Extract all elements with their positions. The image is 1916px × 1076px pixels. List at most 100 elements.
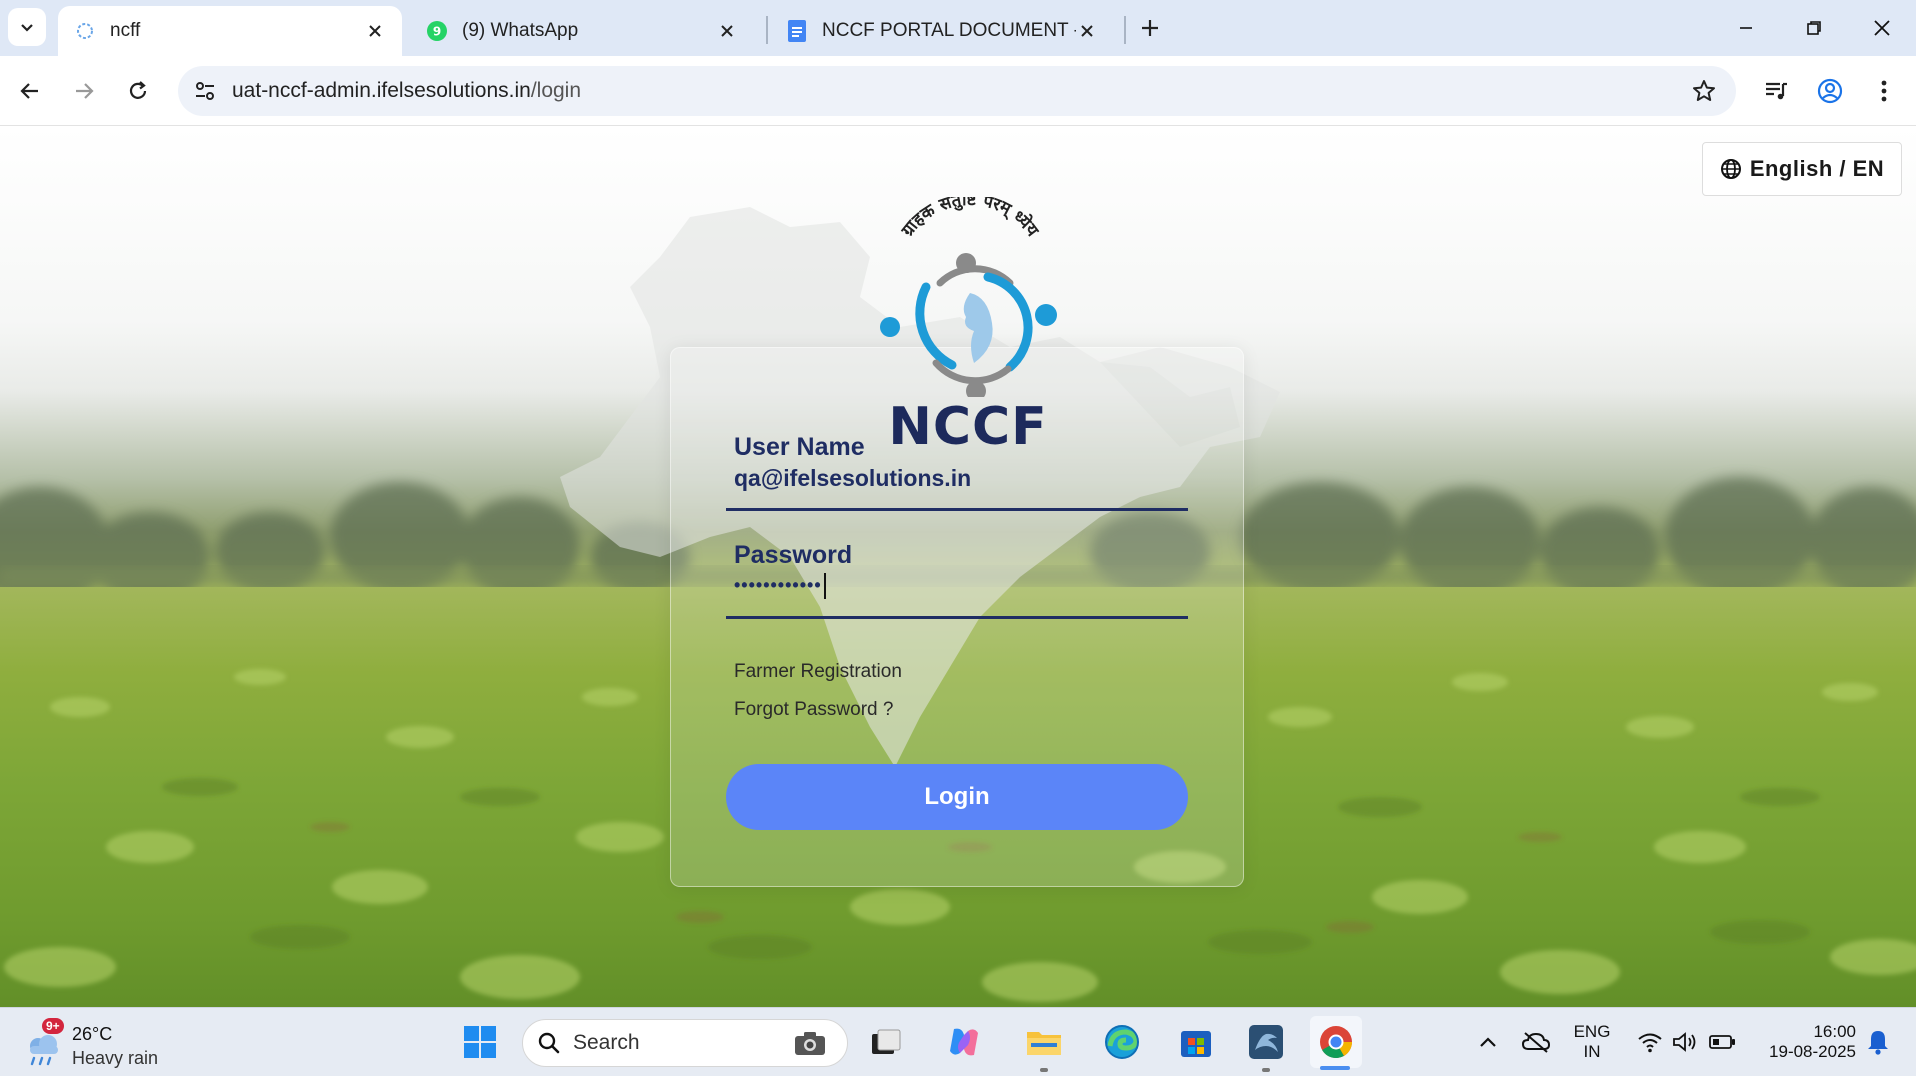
arrow-right-icon xyxy=(76,83,94,99)
svg-text:9: 9 xyxy=(433,25,441,39)
password-value: •••••••••••• xyxy=(734,574,822,595)
close-tab-icon[interactable] xyxy=(1076,20,1098,42)
tab-title: NCCF PORTAL DOCUMENT - Go xyxy=(822,20,1076,41)
password-label: Password xyxy=(734,541,853,569)
start-button[interactable] xyxy=(460,1022,500,1062)
reload-button[interactable] xyxy=(120,73,156,109)
wifi-icon xyxy=(1638,1033,1662,1053)
active-app-indicator xyxy=(1320,1066,1350,1070)
browser-menu-button[interactable] xyxy=(1866,73,1902,109)
show-hidden-icons-button[interactable] xyxy=(1468,1022,1508,1062)
weather-temperature: 26°C xyxy=(72,1024,113,1044)
playlist-music-icon xyxy=(1766,82,1787,100)
tab-separator xyxy=(1124,16,1126,44)
username-underline xyxy=(726,508,1188,511)
farmer-registration-link[interactable]: Farmer Registration xyxy=(734,661,902,683)
url-path: /login xyxy=(530,79,582,102)
restore-button[interactable] xyxy=(1792,8,1836,48)
camera-icon xyxy=(795,1032,825,1055)
forgot-password-link[interactable]: Forgot Password ? xyxy=(734,699,893,721)
tab-google-docs[interactable]: NCCF PORTAL DOCUMENT - Go xyxy=(770,6,1114,56)
browser-toolbar: uat-nccf-admin.ifelsesolutions.in/login xyxy=(0,56,1916,126)
running-indicator xyxy=(1262,1068,1270,1072)
language-selector[interactable]: English / EN xyxy=(1702,142,1902,196)
mysql-workbench-icon xyxy=(1249,1025,1283,1059)
copilot-button[interactable] xyxy=(944,1022,984,1062)
password-input[interactable]: •••••••••••• xyxy=(734,573,826,599)
login-button[interactable]: Login xyxy=(726,764,1188,830)
wifi-button[interactable] xyxy=(1630,1022,1670,1062)
tab-ncff[interactable]: ncff xyxy=(58,6,402,56)
file-explorer-button[interactable] xyxy=(1024,1022,1064,1062)
tab-title: ncff xyxy=(110,20,141,41)
profile-button[interactable] xyxy=(1812,73,1848,109)
weather-widget[interactable]: 9+ 26°C Heavy rain xyxy=(24,1018,174,1068)
folder-icon xyxy=(1027,1032,1061,1055)
clock[interactable]: 16:00 19-08-2025 xyxy=(1752,1022,1856,1062)
arrow-left-icon xyxy=(20,83,38,99)
mysql-workbench-button[interactable] xyxy=(1246,1022,1286,1062)
search-icon xyxy=(538,1032,560,1054)
address-bar[interactable]: uat-nccf-admin.ifelsesolutions.in/login xyxy=(178,66,1736,116)
close-tab-icon[interactable] xyxy=(716,20,738,42)
whatsapp-icon: 9 xyxy=(426,20,448,42)
battery-icon xyxy=(1709,1035,1735,1049)
tab-whatsapp[interactable]: 9 (9) WhatsApp xyxy=(410,6,754,56)
media-controls-button[interactable] xyxy=(1758,73,1794,109)
notifications-button[interactable] xyxy=(1858,1022,1898,1062)
bell-icon xyxy=(1868,1031,1888,1055)
clock-time: 16:00 xyxy=(1813,1022,1856,1041)
forward-button[interactable] xyxy=(66,73,102,109)
minimize-button[interactable] xyxy=(1724,8,1768,48)
browser-tab-bar: ncff 9 (9) WhatsApp NCCF PORTAL DOCUMENT… xyxy=(0,0,1916,56)
task-view-button[interactable] xyxy=(866,1022,906,1062)
new-tab-button[interactable] xyxy=(1134,12,1166,44)
chrome-icon xyxy=(1320,1026,1352,1059)
minimize-icon xyxy=(1740,27,1752,29)
bookmark-star-icon[interactable] xyxy=(1686,78,1722,104)
taskbar-search[interactable]: Search xyxy=(522,1019,848,1067)
login-page: English / EN ग्राहक संतुष्टि परम् ध्येय … xyxy=(0,127,1916,1007)
chevron-up-icon xyxy=(1480,1037,1496,1047)
username-input[interactable]: qa@ifelsesolutions.in xyxy=(734,465,971,492)
region-code: IN xyxy=(1583,1042,1601,1061)
logo-tagline: ग्राहक संतुष्टि परम् ध्येय xyxy=(897,197,1043,241)
search-label: Search xyxy=(573,1031,640,1054)
nccf-logo: ग्राहक संतुष्टि परम् ध्येय xyxy=(880,197,1057,397)
plus-icon xyxy=(1142,20,1158,36)
username-label: User Name xyxy=(734,433,865,461)
tab-title: (9) WhatsApp xyxy=(462,20,579,41)
store-icon xyxy=(1181,1031,1211,1057)
running-indicator xyxy=(1040,1068,1048,1072)
restore-icon xyxy=(1807,21,1821,35)
microsoft-store-button[interactable] xyxy=(1176,1022,1216,1062)
close-tab-icon[interactable] xyxy=(364,20,386,42)
battery-button[interactable] xyxy=(1702,1022,1742,1062)
site-settings-icon[interactable] xyxy=(190,79,220,103)
tab-search-button[interactable] xyxy=(8,8,46,46)
windows-logo-icon xyxy=(464,1026,496,1058)
volume-button[interactable] xyxy=(1666,1022,1706,1062)
cloud-offline-icon xyxy=(1521,1032,1551,1053)
language-label: English / EN xyxy=(1749,156,1885,181)
windows-taskbar: 9+ 26°C Heavy rain Search ENG IN 16:00 1… xyxy=(0,1007,1916,1076)
close-icon xyxy=(1874,20,1890,36)
logo-text: NCCF xyxy=(888,397,1048,457)
input-language-indicator[interactable]: ENG IN xyxy=(1570,1022,1614,1062)
edge-icon xyxy=(1105,1025,1139,1059)
globe-icon xyxy=(1720,158,1742,180)
google-docs-icon xyxy=(786,20,808,42)
task-view-icon xyxy=(872,1029,901,1054)
weather-description: Heavy rain xyxy=(72,1048,159,1068)
edge-button[interactable] xyxy=(1102,1022,1142,1062)
account-icon xyxy=(1817,78,1843,104)
password-underline xyxy=(726,616,1188,619)
chrome-button[interactable] xyxy=(1310,1016,1362,1068)
clock-date: 19-08-2025 xyxy=(1769,1042,1856,1061)
kebab-menu-icon xyxy=(1881,80,1887,102)
close-window-button[interactable] xyxy=(1860,8,1904,48)
language-code: ENG xyxy=(1573,1022,1611,1041)
chevron-down-icon xyxy=(21,24,33,32)
onedrive-button[interactable] xyxy=(1516,1022,1556,1062)
back-button[interactable] xyxy=(12,73,48,109)
